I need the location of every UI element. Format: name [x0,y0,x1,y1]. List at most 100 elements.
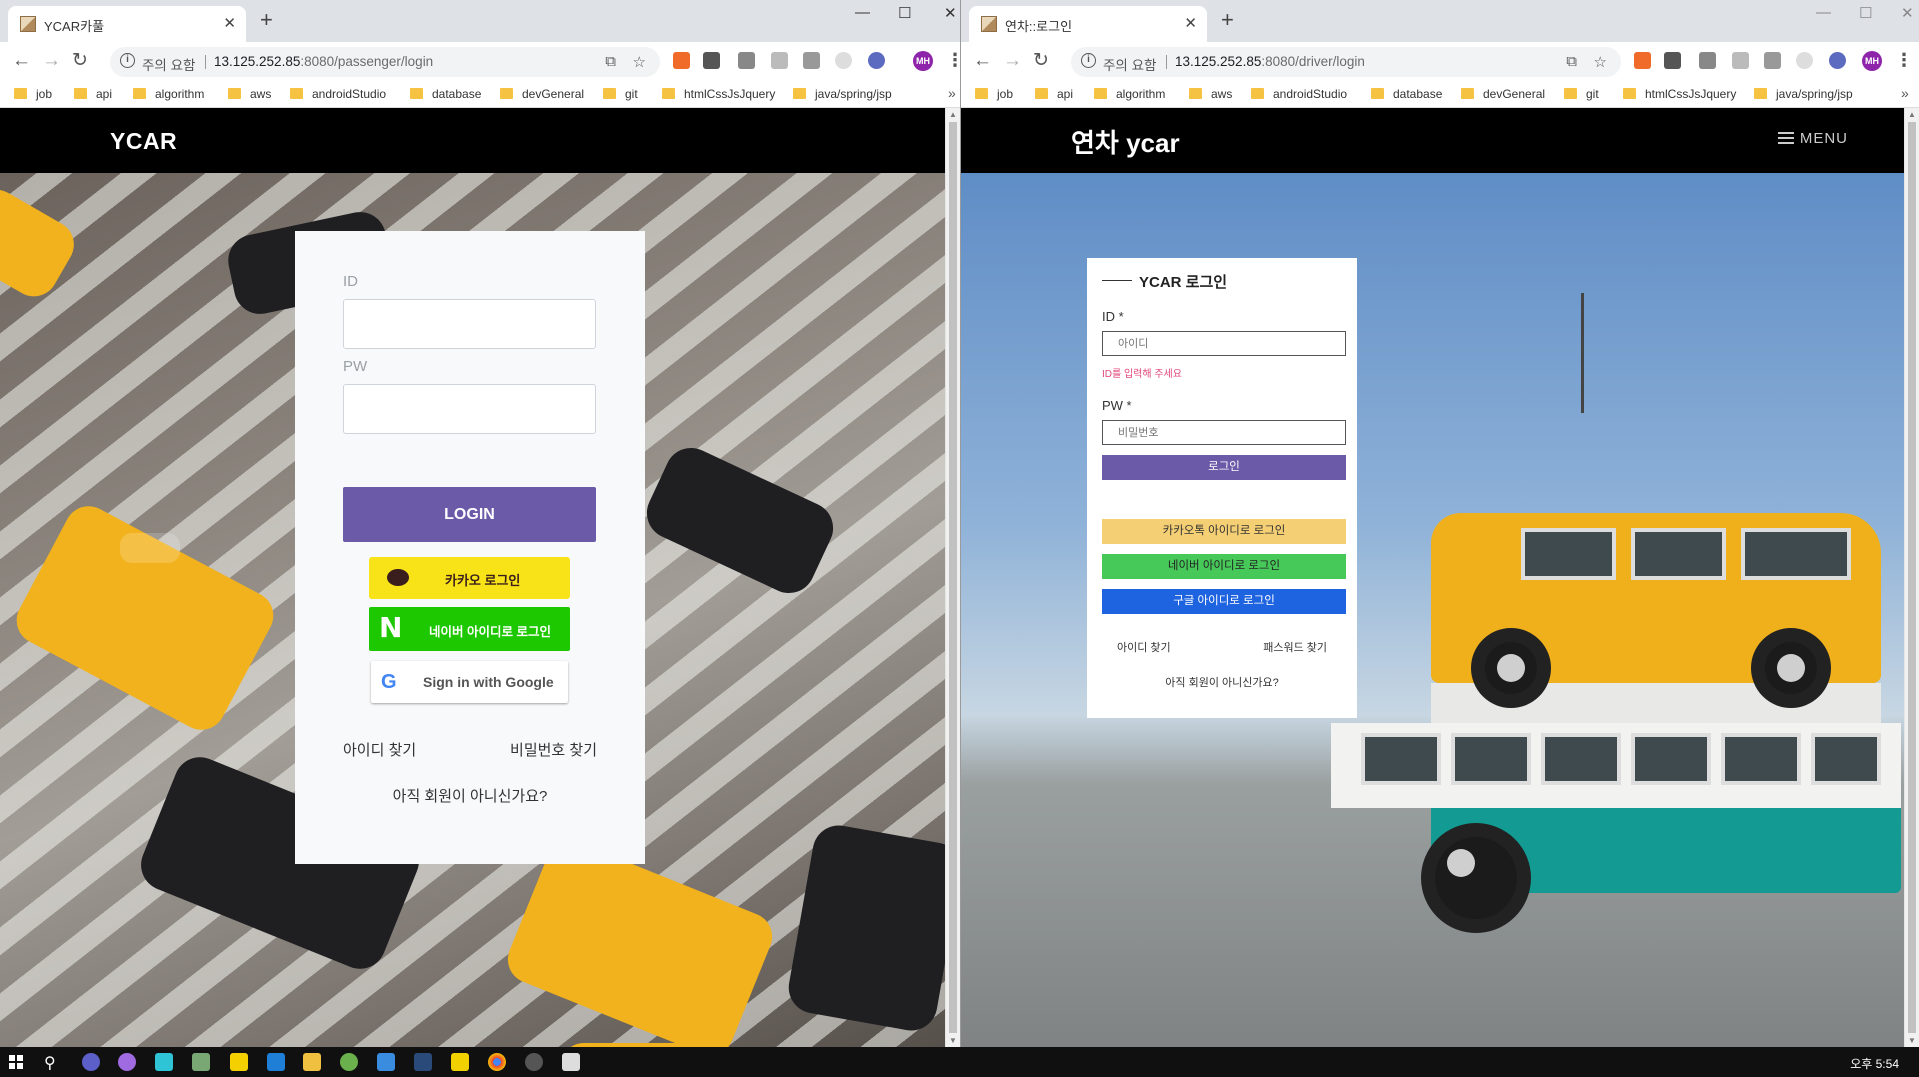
pw-input[interactable] [343,384,596,434]
bookmark-folder[interactable]: devGeneral [500,87,584,101]
taskbar-app-icon[interactable] [414,1053,432,1071]
windows-start-icon[interactable] [9,1055,23,1069]
bookmarks-overflow-icon[interactable]: » [1901,85,1909,101]
scrollbar-thumb[interactable] [1908,122,1916,1033]
bookmark-folder[interactable]: git [1564,87,1599,101]
bookmark-folder[interactable]: algorithm [1094,87,1165,101]
bookmark-star-icon[interactable]: ☆ [1594,53,1607,71]
menu-button[interactable]: MENU [1777,130,1848,147]
scroll-up-icon[interactable]: ▲ [949,110,957,119]
profile-avatar[interactable]: MH [913,51,933,71]
close-window-icon[interactable]: ✕ [1901,4,1914,22]
reload-icon[interactable]: ↻ [1033,51,1049,71]
kakao-login-button[interactable]: 카카오톡 아이디로 로그인 [1102,519,1346,544]
page-scrollbar[interactable]: ▲ ▼ [945,108,960,1047]
profile-avatar[interactable]: MH [1862,51,1882,71]
bookmark-folder[interactable]: aws [228,87,271,101]
extension-rss-icon[interactable] [673,52,690,69]
login-button[interactable]: LOGIN [343,487,596,542]
chrome-icon[interactable] [488,1053,506,1071]
url-text[interactable]: 13.125.252.85:8080/driver/login [1175,54,1365,69]
photos-icon[interactable] [562,1053,580,1071]
bookmark-star-icon[interactable]: ☆ [633,53,646,71]
bookmark-folder[interactable]: androidStudio [1251,87,1347,101]
more-menu-icon[interactable]: ⋮ [946,50,960,71]
file-explorer-icon[interactable] [303,1053,321,1071]
info-icon[interactable]: i [1081,53,1096,68]
naver-login-button[interactable]: 네이버 아이디로 로그인 [1102,554,1346,579]
bookmark-folder[interactable]: database [410,87,481,101]
extension-r-icon[interactable] [1829,52,1846,69]
forward-icon[interactable]: → [1003,51,1022,71]
bookmark-folder[interactable]: htmlCssJsJquery [662,87,775,101]
extension-circle-icon[interactable] [835,52,852,69]
vscode-icon[interactable] [267,1053,285,1071]
id-input[interactable] [1102,331,1346,356]
bookmark-folder[interactable]: job [14,87,52,101]
search-icon[interactable]: ⚲ [44,1053,56,1073]
scroll-down-icon[interactable]: ▼ [949,1036,957,1045]
url-text[interactable]: 13.125.252.85:8080/passenger/login [214,54,433,69]
bookmark-folder[interactable]: java/spring/jsp [1754,87,1853,101]
translate-icon[interactable]: ⧉ [1566,53,1577,70]
bookmark-folder[interactable]: api [1035,87,1073,101]
taskbar-app-icon[interactable] [155,1053,173,1071]
kakao-login-button[interactable]: 카카오 로그인 [369,557,570,599]
tab-close-icon[interactable]: ✕ [223,14,236,32]
extension-flask-icon[interactable] [771,52,788,69]
taskbar-app-icon[interactable] [82,1053,100,1071]
kakaotalk-icon[interactable] [230,1053,248,1071]
back-icon[interactable]: ← [12,51,31,71]
system-clock[interactable]: 오후 5:54 [1850,1055,1899,1072]
extension-info-icon[interactable] [1664,52,1681,69]
bookmark-folder[interactable]: job [975,87,1013,101]
minimize-icon[interactable]: — [855,4,870,21]
signup-link[interactable]: 아직 회원이 아니신가요? [1087,674,1357,690]
find-id-link[interactable]: 아이디 찾기 [343,739,416,760]
bookmarks-overflow-icon[interactable]: » [948,85,956,101]
extension-bars-icon[interactable] [1699,52,1716,69]
new-tab-icon[interactable]: + [1221,9,1234,31]
maximize-icon[interactable]: ☐ [1859,4,1872,22]
google-signin-button[interactable]: G Sign in with Google [371,661,568,703]
taskbar-app-icon[interactable] [451,1053,469,1071]
extension-screenshot-icon[interactable] [1764,52,1781,69]
more-menu-icon[interactable]: ⋮ [1895,50,1913,71]
scroll-up-icon[interactable]: ▲ [1908,110,1916,119]
close-window-icon[interactable]: ✕ [944,4,957,22]
extension-r-icon[interactable] [868,52,885,69]
id-input[interactable] [343,299,596,349]
maximize-icon[interactable]: ☐ [898,4,911,22]
bookmark-folder[interactable]: algorithm [133,87,204,101]
back-icon[interactable]: ← [973,51,992,71]
info-icon[interactable]: i [120,53,135,68]
scroll-down-icon[interactable]: ▼ [1908,1036,1916,1045]
extension-rss-icon[interactable] [1634,52,1651,69]
signup-link[interactable]: 아직 회원이 아니신가요? [295,785,645,806]
scrollbar-thumb[interactable] [949,122,957,1033]
google-login-button[interactable]: 구글 아이디로 로그인 [1102,589,1346,614]
bookmark-folder[interactable]: java/spring/jsp [793,87,892,101]
find-password-link[interactable]: 패스워드 찾기 [1263,639,1327,655]
bookmark-folder[interactable]: htmlCssJsJquery [1623,87,1736,101]
taskbar-app-icon[interactable] [340,1053,358,1071]
new-tab-icon[interactable]: + [260,9,273,31]
address-bar[interactable]: i 주의 요함 13.125.252.85:8080/passenger/log… [110,47,660,77]
extension-flask-icon[interactable] [1732,52,1749,69]
forward-icon[interactable]: → [42,51,61,71]
bookmark-folder[interactable]: aws [1189,87,1232,101]
taskbar-app-icon[interactable] [377,1053,395,1071]
site-logo[interactable]: 연차 ycar [1071,123,1180,160]
reload-icon[interactable]: ↻ [72,51,88,71]
extension-info-icon[interactable] [703,52,720,69]
pw-input[interactable] [1102,420,1346,445]
extension-screenshot-icon[interactable] [803,52,820,69]
bookmark-folder[interactable]: git [603,87,638,101]
site-logo[interactable]: YCAR [110,128,177,155]
address-bar[interactable]: i 주의 요함 13.125.252.85:8080/driver/login … [1071,47,1621,77]
extension-bars-icon[interactable] [738,52,755,69]
bookmark-folder[interactable]: database [1371,87,1442,101]
naver-login-button[interactable]: N 네이버 아이디로 로그인 [369,607,570,651]
find-id-link[interactable]: 아이디 찾기 [1117,639,1171,655]
settings-gear-icon[interactable] [525,1053,543,1071]
